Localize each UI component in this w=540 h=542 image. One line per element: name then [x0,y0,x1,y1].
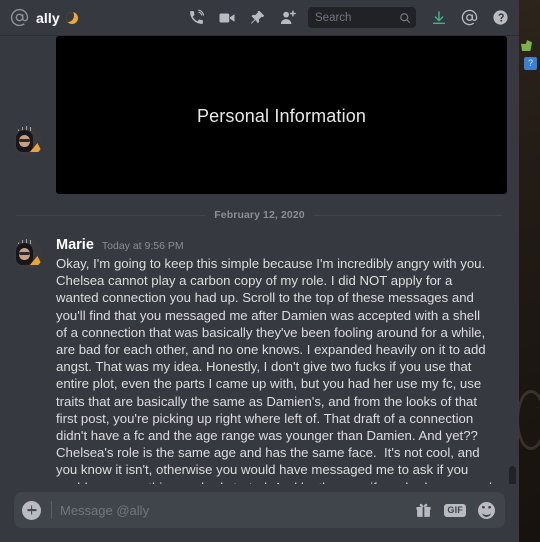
message-group-attachment: Personal Information [0,36,519,194]
header-utility-icons [431,9,509,26]
scrollbar-thumb[interactable] [509,466,516,484]
date-divider-label: February 12, 2020 [214,209,305,221]
dm-header: ally [0,0,519,36]
message-body: Personal Information [56,36,507,194]
search-box[interactable] [308,7,416,28]
avatar[interactable] [13,239,43,269]
message-input[interactable] [51,501,408,519]
help-icon[interactable] [492,9,509,26]
pinned-messages-icon[interactable] [249,9,266,26]
scrollbar-track[interactable] [508,36,517,484]
crescent-moon-icon [65,11,78,24]
search-icon [399,12,411,24]
desktop-wallpaper-shape [516,390,540,450]
message-body: Marie Today at 9:56 PM Okay, I'm going t… [56,237,507,484]
date-divider: February 12, 2020 [16,209,504,221]
dm-username: ally [36,9,60,26]
start-voice-call-icon[interactable] [188,9,205,26]
message-group: Marie Today at 9:56 PM Okay, I'm going t… [0,237,519,484]
image-attachment[interactable]: Personal Information [56,36,507,194]
emoji-picker-icon[interactable] [478,501,495,519]
at-icon [10,8,29,27]
divider-line-right [312,214,504,216]
add-attachment-button[interactable] [22,500,41,520]
inbox-download-icon[interactable] [431,10,447,26]
composer-container: GIF [0,484,519,542]
message-header: Marie Today at 9:56 PM [56,237,507,253]
desktop-icon-blue-help[interactable]: ? [524,57,537,70]
discord-window: ally Search Personal Information Februar… [0,0,519,542]
mentions-icon[interactable] [461,9,478,26]
header-action-icons [188,9,297,27]
desktop-icon-green[interactable] [521,40,532,51]
gif-button[interactable]: GIF [444,503,466,517]
search-input[interactable] [315,11,399,24]
composer-icons: GIF [415,501,495,519]
add-friends-icon[interactable] [279,9,297,27]
message-list: Personal Information February 12, 2020 M… [0,36,519,484]
avatar-column [0,36,56,194]
message-text: Okay, I'm going to keep this simple beca… [56,256,492,484]
start-video-call-icon[interactable] [218,9,236,27]
avatar-column [0,237,56,484]
divider-line-left [16,214,207,216]
message-author[interactable]: Marie [56,237,94,253]
message-scroll-area[interactable]: Personal Information February 12, 2020 M… [0,36,519,484]
attachment-title: Personal Information [196,106,367,126]
avatar[interactable] [13,126,43,156]
gift-icon[interactable] [415,502,432,519]
message-composer[interactable]: GIF [14,492,505,528]
message-timestamp: Today at 9:56 PM [101,240,184,252]
